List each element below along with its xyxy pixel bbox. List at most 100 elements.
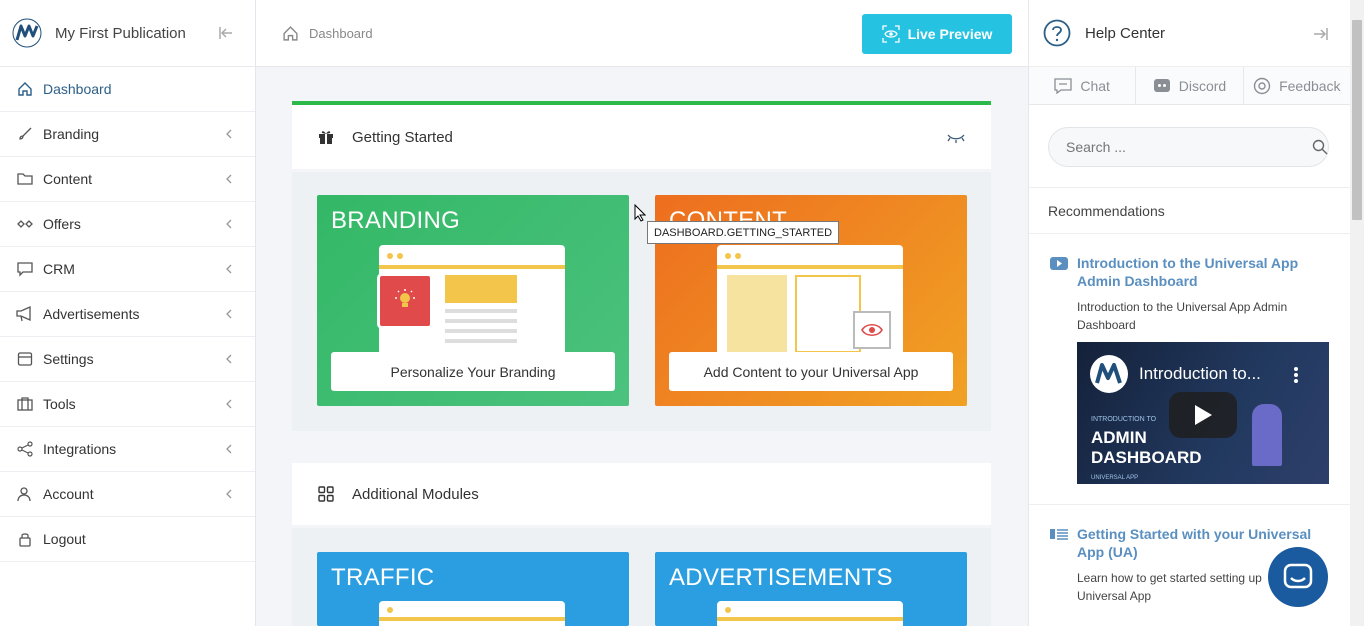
sidebar-item-label: CRM — [43, 261, 75, 277]
help-center-title: Help Center — [1085, 24, 1166, 42]
share-icon — [16, 440, 34, 458]
recommendation-description: Introduction to the Universal App Admin … — [1077, 298, 1329, 334]
sidebar-item-label: Logout — [43, 531, 86, 547]
sidebar-item-label: Settings — [43, 351, 94, 367]
sidebar-item-logout[interactable]: Logout — [0, 517, 255, 562]
sidebar-item-label: Content — [43, 171, 93, 187]
additional-modules-title: Additional Modules — [352, 485, 479, 503]
help-tabs: Chat Discord Feedback — [1029, 67, 1350, 105]
getting-started-panel: Getting Started — [292, 101, 991, 169]
sidebar-item-content[interactable]: Content — [0, 157, 255, 202]
sidebar-item-account[interactable]: Account — [0, 472, 255, 517]
search-icon[interactable] — [1312, 139, 1328, 155]
collapse-sidebar-icon[interactable] — [217, 24, 235, 42]
lightbulb-icon — [377, 273, 433, 329]
title-line: Admin Dashboard — [1077, 273, 1198, 289]
eye-scan-icon — [881, 25, 900, 43]
eye-closed-icon[interactable] — [947, 133, 965, 143]
megaphone-icon — [16, 305, 34, 323]
card-title: BRANDING — [331, 207, 461, 234]
sidebar-item-settings[interactable]: Settings — [0, 337, 255, 382]
tooltip: DASHBOARD.GETTING_STARTED — [647, 221, 840, 244]
grid-icon — [318, 486, 334, 502]
help-center-panel: Help Center Chat Discord Feedback Recomm… — [1028, 0, 1351, 626]
chevron-left-icon — [226, 174, 232, 184]
chevron-left-icon — [226, 309, 232, 319]
lock-icon — [16, 530, 34, 548]
recommendation-item[interactable]: Introduction to the Universal App Admin D… — [1049, 254, 1329, 334]
sidebar-item-label: Offers — [43, 216, 81, 232]
sidebar-item-integrations[interactable]: Integrations — [0, 427, 255, 472]
home-icon — [16, 80, 34, 98]
logo-icon[interactable] — [12, 18, 42, 48]
chat-icon — [1054, 77, 1073, 94]
collapse-help-icon[interactable] — [1312, 25, 1330, 43]
chevron-left-icon — [226, 354, 232, 364]
play-button[interactable] — [1169, 392, 1237, 438]
video-thumbnail[interactable]: Introduction to... INTRODUCTION TO ADMIN… — [1077, 342, 1329, 484]
chevron-left-icon — [226, 489, 232, 499]
traffic-card[interactable]: TRAFFIC — [317, 552, 629, 626]
mouse-cursor-icon — [634, 204, 646, 222]
scrollbar[interactable] — [1350, 0, 1364, 626]
help-center-header: Help Center — [1029, 0, 1350, 67]
channel-logo-icon — [1090, 355, 1128, 393]
eye-icon — [853, 311, 891, 349]
sidebar-item-advertisements[interactable]: Advertisements — [0, 292, 255, 337]
video-small-label: INTRODUCTION TO — [1091, 416, 1157, 423]
additional-modules-header[interactable]: Additional Modules — [292, 463, 991, 525]
getting-started-header[interactable]: Getting Started — [292, 105, 991, 169]
live-preview-label: Live Preview — [907, 26, 993, 42]
chevron-left-icon — [226, 129, 232, 139]
tab-label: Feedback — [1279, 77, 1341, 94]
branding-card[interactable]: BRANDING Personalize Your Branding — [317, 195, 629, 406]
help-icon — [1043, 19, 1071, 47]
live-preview-button[interactable]: Live Preview — [862, 14, 1012, 54]
more-vertical-icon[interactable] — [1293, 366, 1299, 384]
advertisements-card[interactable]: ADVERTISEMENTS — [655, 552, 967, 626]
presenter-figure — [1252, 404, 1282, 466]
sidebar-item-offers[interactable]: Offers — [0, 202, 255, 247]
traffic-illustration — [379, 601, 565, 626]
big-line: DASHBOARD — [1091, 448, 1202, 467]
search-input[interactable] — [1048, 127, 1329, 167]
chevron-left-icon — [226, 264, 232, 274]
breadcrumb[interactable]: Dashboard — [309, 26, 373, 41]
advertisements-illustration — [717, 601, 903, 626]
scrollbar-thumb[interactable] — [1352, 20, 1362, 220]
sidebar-item-label: Account — [43, 486, 94, 502]
publication-title: My First Publication — [55, 24, 186, 42]
offers-icon — [16, 215, 34, 233]
sidebar-item-crm[interactable]: CRM — [0, 247, 255, 292]
personalize-branding-button[interactable]: Personalize Your Branding — [331, 352, 615, 391]
sidebar-item-label: Dashboard — [43, 81, 112, 97]
user-icon — [16, 485, 34, 503]
youtube-icon — [1050, 257, 1068, 270]
divider — [1029, 504, 1351, 505]
tab-chat[interactable]: Chat — [1029, 67, 1137, 104]
play-icon — [1195, 405, 1212, 425]
sidebar-item-tools[interactable]: Tools — [0, 382, 255, 427]
card-title: TRAFFIC — [331, 564, 435, 591]
sidebar: My First Publication Dashboard Branding … — [0, 0, 256, 626]
tab-feedback[interactable]: Feedback — [1244, 67, 1350, 104]
sidebar-item-branding[interactable]: Branding — [0, 112, 255, 157]
tab-label: Discord — [1178, 77, 1227, 94]
sidebar-item-dashboard[interactable]: Dashboard — [0, 67, 255, 112]
chat-icon — [16, 260, 34, 278]
chat-launcher-button[interactable] — [1268, 547, 1328, 607]
desc-line: Introduction to the Universal App Admin — [1077, 300, 1288, 314]
discord-icon — [1153, 78, 1170, 92]
chevron-left-icon — [226, 399, 232, 409]
video-caption: UNIVERSAL APP — [1091, 475, 1139, 481]
toolbox-icon — [16, 395, 34, 413]
title-line: Introduction to the Universal App — [1077, 255, 1299, 271]
tab-discord[interactable]: Discord — [1136, 67, 1244, 104]
title-line: Getting Started with your Universal — [1077, 526, 1312, 542]
content-illustration — [717, 245, 903, 353]
home-icon[interactable] — [282, 25, 299, 42]
add-content-button[interactable]: Add Content to your Universal App — [669, 352, 953, 391]
settings-icon — [16, 350, 34, 368]
recommendation-title[interactable]: Introduction to the Universal App Admin D… — [1049, 254, 1329, 290]
gift-icon — [319, 131, 333, 144]
